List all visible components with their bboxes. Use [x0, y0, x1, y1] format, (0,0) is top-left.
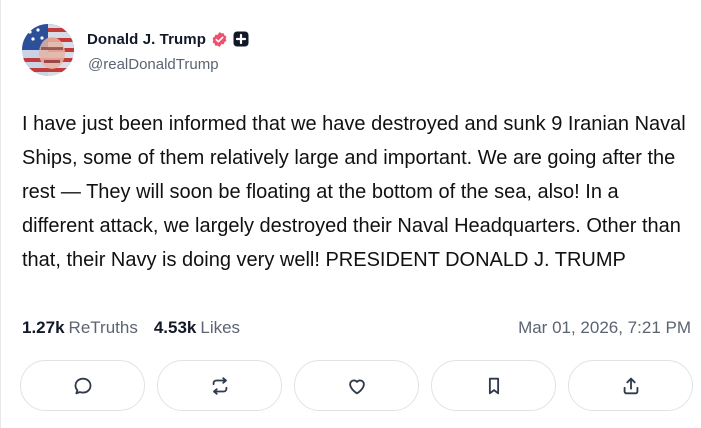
retruth-button[interactable] [157, 360, 282, 411]
action-bar [20, 360, 694, 413]
share-icon [623, 377, 638, 394]
likes-label[interactable]: Likes [200, 318, 240, 338]
author-handle[interactable]: @realDonaldTrump [88, 56, 219, 73]
comment-icon [74, 377, 91, 394]
retruths-count[interactable]: 1.27k [22, 318, 65, 338]
retruth-icon [212, 376, 227, 395]
author-display-name[interactable]: Donald J. Trump [87, 31, 206, 48]
verified-badge-icon [211, 31, 228, 48]
likes-count[interactable]: 4.53k [154, 318, 197, 338]
avatar[interactable] [22, 24, 74, 76]
post-stats: 1.27k ReTruths 4.53k Likes [22, 318, 240, 338]
post-timestamp[interactable]: Mar 01, 2026, 7:21 PM [518, 318, 691, 338]
like-button[interactable] [294, 360, 419, 411]
reply-button[interactable] [20, 360, 145, 411]
heart-icon [348, 379, 365, 394]
bookmark-icon [488, 377, 499, 394]
divider [0, 0, 1, 428]
post-card: Donald J. Trump @realDonaldTrump I have … [0, 0, 701, 428]
bookmark-button[interactable] [431, 360, 556, 411]
author-name-row: Donald J. Trump [87, 29, 249, 49]
post-text: I have just been informed that we have d… [22, 113, 686, 271]
plus-badge-icon [233, 31, 249, 47]
retruths-label[interactable]: ReTruths [69, 318, 138, 338]
share-button[interactable] [568, 360, 693, 411]
